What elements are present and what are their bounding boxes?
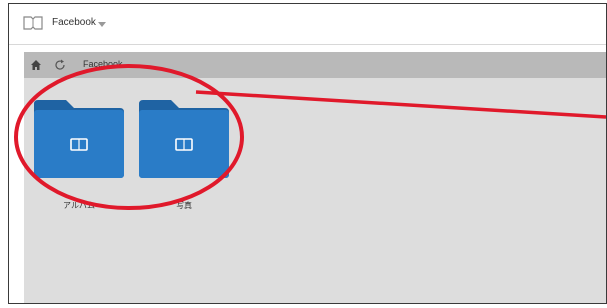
folder-icon (139, 100, 229, 178)
window-title[interactable]: Facebook (52, 17, 96, 28)
app-book-icon[interactable] (23, 16, 43, 30)
folder-item-photos[interactable]: 写真 (139, 100, 229, 210)
app-window: Facebook Facebook アルバム 写真 (8, 3, 607, 304)
folder-label: 写真 (176, 201, 192, 210)
folder-icon (34, 100, 124, 178)
refresh-icon[interactable] (54, 59, 66, 71)
folder-grid: アルバム 写真 (24, 78, 606, 303)
breadcrumb[interactable]: Facebook (83, 59, 123, 69)
folder-label: アルバム (63, 201, 95, 210)
title-bar: Facebook (9, 4, 606, 45)
folder-item-album[interactable]: アルバム (34, 100, 124, 210)
toolbar: Facebook (24, 52, 606, 78)
dropdown-caret-icon[interactable] (98, 22, 106, 27)
home-icon[interactable] (31, 60, 41, 70)
